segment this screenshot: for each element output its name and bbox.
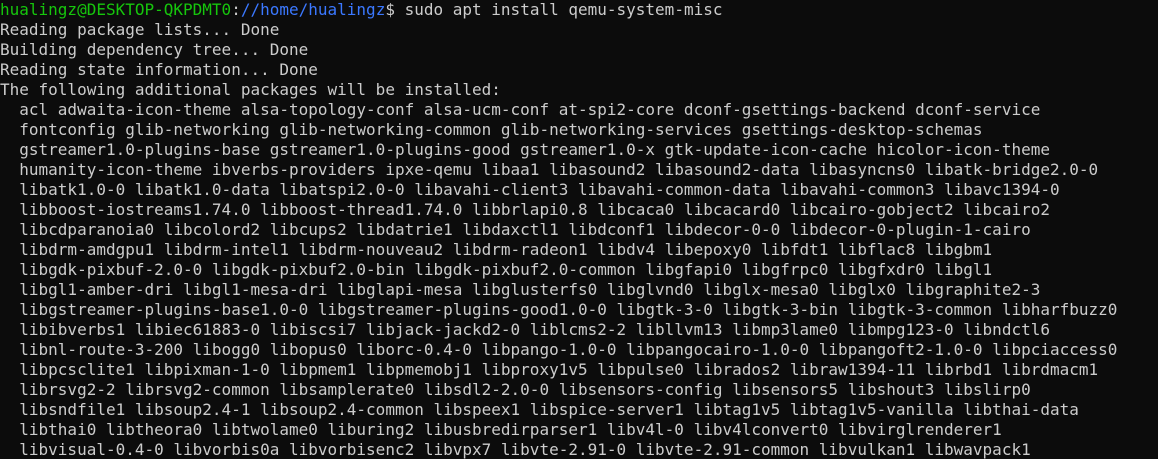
package-list-line: humanity-icon-theme ibverbs-providers ip… bbox=[0, 160, 1099, 179]
command-text: sudo apt install qemu-system-misc bbox=[404, 0, 723, 19]
package-list-line: libdrm-amdgpu1 libdrm-intel1 libdrm-nouv… bbox=[0, 240, 993, 259]
package-list-line: libcdparanoia0 libcolord2 libcups2 libda… bbox=[0, 220, 1031, 239]
output-line: Building dependency tree... Done bbox=[0, 40, 309, 59]
prompt-line: hualingz@DESKTOP-QKPDMT0://home/hualingz… bbox=[0, 0, 1158, 20]
package-list-line: libvisual-0.4-0 libvorbis0a libvorbisenc… bbox=[0, 440, 1031, 459]
package-list-line: libpcsclite1 libpixman-1-0 libpmem1 libp… bbox=[0, 360, 1099, 379]
package-list-line: libgdk-pixbuf-2.0-0 libgdk-pixbuf2.0-bin… bbox=[0, 260, 993, 279]
prompt-separator: : bbox=[231, 0, 241, 19]
package-list-line: gstreamer1.0-plugins-base gstreamer1.0-p… bbox=[0, 140, 1050, 159]
output-line: Reading package lists... Done bbox=[0, 20, 280, 39]
output-line: Reading state information... Done bbox=[0, 60, 318, 79]
package-list-line: libgl1-amber-dri libgl1-mesa-dri libglap… bbox=[0, 280, 1041, 299]
package-list-line: libgstreamer-plugins-base1.0-0 libgstrea… bbox=[0, 300, 1118, 319]
package-list-line: fontconfig glib-networking glib-networki… bbox=[0, 120, 983, 139]
package-list-line: libnl-route-3-200 libogg0 libopus0 libor… bbox=[0, 340, 1118, 359]
package-list-line: libatk1.0-0 libatk1.0-data libatspi2.0-0… bbox=[0, 180, 1060, 199]
package-list-line: libsndfile1 libsoup2.4-1 libsoup2.4-comm… bbox=[0, 400, 1079, 419]
package-list-line: libthai0 libtheora0 libtwolame0 liburing… bbox=[0, 420, 1002, 439]
prompt-user-host: hualingz@DESKTOP-QKPDMT0 bbox=[0, 0, 232, 19]
package-list-line: acl adwaita-icon-theme alsa-topology-con… bbox=[0, 100, 1041, 119]
package-list-line: libboost-iostreams1.74.0 libboost-thread… bbox=[0, 200, 1050, 219]
output-line: The following additional packages will b… bbox=[0, 80, 501, 99]
prompt-path: //home/hualingz bbox=[240, 0, 386, 19]
package-list-line: librsvg2-2 librsvg2-common libsamplerate… bbox=[0, 380, 1031, 399]
prompt-symbol: $ bbox=[385, 0, 405, 19]
terminal-window[interactable]: hualingz@DESKTOP-QKPDMT0://home/hualingz… bbox=[0, 0, 1158, 459]
package-list-line: libibverbs1 libiec61883-0 libiscsi7 libj… bbox=[0, 320, 1050, 339]
